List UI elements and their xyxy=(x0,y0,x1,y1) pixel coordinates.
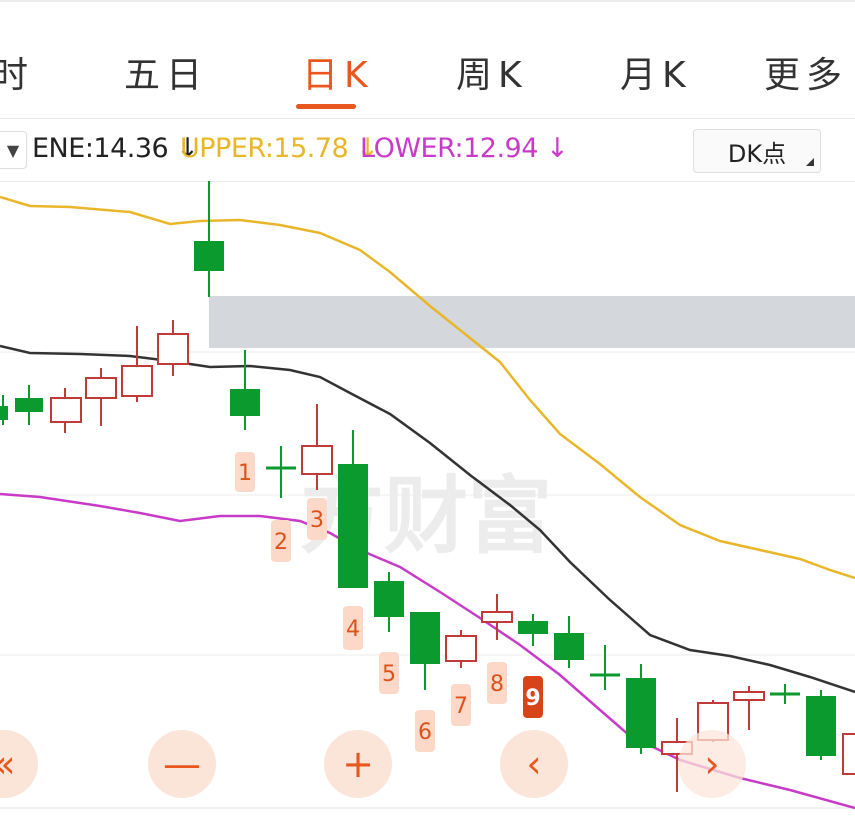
tab-more[interactable]: 更多 xyxy=(764,46,848,98)
double-chevron-left-icon: « xyxy=(0,742,16,786)
candle-down xyxy=(230,350,260,430)
candle-up xyxy=(445,630,477,668)
tab-daily-k[interactable]: 日K xyxy=(302,46,374,98)
active-tab-underline xyxy=(296,104,356,109)
candle-up xyxy=(50,388,82,433)
candle-up xyxy=(733,686,765,730)
candle-down xyxy=(0,395,8,425)
candle-doji xyxy=(770,684,800,704)
candle-down xyxy=(194,181,224,297)
signal-number: 1 xyxy=(238,461,252,486)
candle-up xyxy=(121,326,153,402)
candle-doji xyxy=(266,446,296,498)
indicator-dropdown[interactable]: ▼ xyxy=(0,131,27,169)
candle-down xyxy=(338,430,368,588)
candle-up xyxy=(85,368,117,426)
ene-value: ENE:14.36 ↓ xyxy=(32,133,199,164)
candle-down xyxy=(518,614,548,646)
candle-down xyxy=(806,690,836,760)
candle-down xyxy=(15,385,43,425)
signal-number: 6 xyxy=(418,720,432,745)
upper-value: UPPER:15.78 ↓ xyxy=(180,133,379,164)
period-tab-bar: 时 五日 日K 周K 月K 更多 xyxy=(0,0,855,120)
minus-icon: — xyxy=(163,742,201,786)
candle-up xyxy=(842,733,855,775)
indicator-bar: ▼ ENE:14.36 ↓ UPPER:15.78 ↓ LOWER:12.94 … xyxy=(0,118,855,182)
price-gap-zone xyxy=(209,296,855,348)
signal-number: 7 xyxy=(454,694,468,719)
corner-triangle-icon xyxy=(806,158,814,166)
zoom-in-button[interactable]: + xyxy=(324,730,392,798)
tab-timeshare[interactable]: 时 xyxy=(0,46,34,98)
previous-button[interactable]: ‹ xyxy=(500,730,568,798)
candle-down xyxy=(374,572,404,632)
candle-down xyxy=(410,612,440,690)
chevron-right-icon: › xyxy=(704,742,720,786)
dk-point-button[interactable]: DK点 xyxy=(693,129,821,173)
watermark-text: 方财富 xyxy=(300,467,552,565)
kline-chart[interactable]: 方财富 1 2 3 4 5 6 7 8 9 xyxy=(0,181,855,824)
signal-number: 8 xyxy=(490,672,504,697)
tab-five-day[interactable]: 五日 xyxy=(124,46,208,98)
caret-down-icon: ▼ xyxy=(6,140,20,160)
zoom-out-button[interactable]: — xyxy=(148,730,216,798)
tab-monthly-k[interactable]: 月K xyxy=(620,46,692,98)
signal-number: 9 xyxy=(525,686,540,711)
signal-number: 2 xyxy=(274,530,288,555)
candle-up xyxy=(481,594,513,640)
candle-down xyxy=(626,664,656,754)
signal-number: 4 xyxy=(346,617,360,642)
dk-point-label: DK点 xyxy=(727,139,787,168)
candle-doji xyxy=(590,645,620,690)
tab-weekly-k[interactable]: 周K xyxy=(456,46,528,98)
signal-number: 3 xyxy=(310,508,324,533)
plus-icon: + xyxy=(342,742,374,786)
chevron-left-icon: ‹ xyxy=(526,742,542,786)
lower-value: LOWER:12.94 ↓ xyxy=(360,133,569,164)
candle-up xyxy=(157,320,189,376)
candle-down xyxy=(554,616,584,668)
next-button[interactable]: › xyxy=(678,730,746,798)
signal-number: 5 xyxy=(382,662,396,687)
